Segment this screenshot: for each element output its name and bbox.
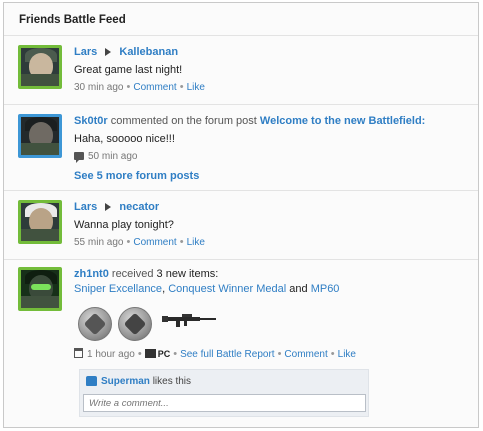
medal-badge-image[interactable] xyxy=(118,307,152,341)
like-link[interactable]: Like xyxy=(187,82,205,93)
avatar[interactable] xyxy=(18,200,62,244)
divider xyxy=(4,190,478,191)
feed-item: Sk0t0r commented on the forum post Welco… xyxy=(18,114,470,184)
divider xyxy=(4,35,478,36)
avatar[interactable] xyxy=(18,114,62,158)
item-link-medal[interactable]: Conquest Winner Medal xyxy=(168,283,286,295)
action-text: commented on the forum post xyxy=(110,115,257,127)
mp60-weapon-image[interactable] xyxy=(162,313,218,327)
avatar[interactable] xyxy=(18,45,62,89)
likes-summary: Superman likes this xyxy=(101,376,192,387)
battle-report-link[interactable]: See full Battle Report xyxy=(180,349,275,360)
comment-link[interactable]: Comment xyxy=(133,237,176,248)
comment-input[interactable] xyxy=(83,394,366,412)
action-text: received xyxy=(111,268,154,280)
divider xyxy=(4,259,478,260)
author-link[interactable]: Lars xyxy=(74,201,97,213)
divider xyxy=(4,104,478,105)
author-link[interactable]: Sk0t0r xyxy=(74,115,108,127)
item-link-mp60[interactable]: MP60 xyxy=(311,283,340,295)
arrow-right-icon xyxy=(105,203,112,211)
timestamp: 30 min ago xyxy=(74,82,124,93)
liker-link[interactable]: Superman xyxy=(101,376,150,387)
forum-post-link[interactable]: Welcome to the new Battlefield: xyxy=(260,115,425,127)
message-text: Haha, sooooo nice!!! xyxy=(74,133,175,145)
arrow-right-icon xyxy=(105,48,112,56)
comment-link[interactable]: Comment xyxy=(133,82,176,93)
recipient-link[interactable]: necator xyxy=(119,201,159,213)
timestamp: 1 hour ago xyxy=(87,349,135,360)
meta-row: 1 hour ago • PC • See full Battle Report • Com… xyxy=(74,348,356,360)
thumbs-up-icon xyxy=(86,376,97,386)
feed-item: Lars necator Wanna play tonight? 55 min … xyxy=(18,200,470,252)
comment-icon xyxy=(74,152,84,163)
like-link[interactable]: Like xyxy=(187,237,205,248)
platform-label: PC xyxy=(157,349,171,359)
timestamp: 50 min ago xyxy=(88,151,138,162)
see-more-posts-link[interactable]: See 5 more forum posts xyxy=(74,170,199,182)
message-text: Great game last night! xyxy=(74,64,183,76)
likes-and-comments-box: Superman likes this xyxy=(79,369,369,417)
timestamp: 55 min ago xyxy=(74,237,124,248)
recipient-link[interactable]: Kallebanan xyxy=(119,46,178,58)
sniper-badge-image[interactable] xyxy=(78,307,112,341)
author-link[interactable]: zh1nt0 xyxy=(74,268,109,280)
pc-icon xyxy=(144,349,156,358)
friends-battle-feed-panel: Friends Battle Feed Lars Kallebanan Grea… xyxy=(3,2,479,428)
message-text: Wanna play tonight? xyxy=(74,219,174,231)
feed-item: Lars Kallebanan Great game last night! 3… xyxy=(18,45,470,97)
panel-title: Friends Battle Feed xyxy=(19,14,126,26)
comment-link[interactable]: Comment xyxy=(284,349,327,360)
calendar-icon xyxy=(74,348,83,358)
item-link-sniper[interactable]: Sniper Excellance xyxy=(74,283,162,295)
items-count: 3 new items: xyxy=(156,268,219,280)
like-link[interactable]: Like xyxy=(338,349,356,360)
author-link[interactable]: Lars xyxy=(74,46,97,58)
avatar[interactable] xyxy=(18,267,62,311)
